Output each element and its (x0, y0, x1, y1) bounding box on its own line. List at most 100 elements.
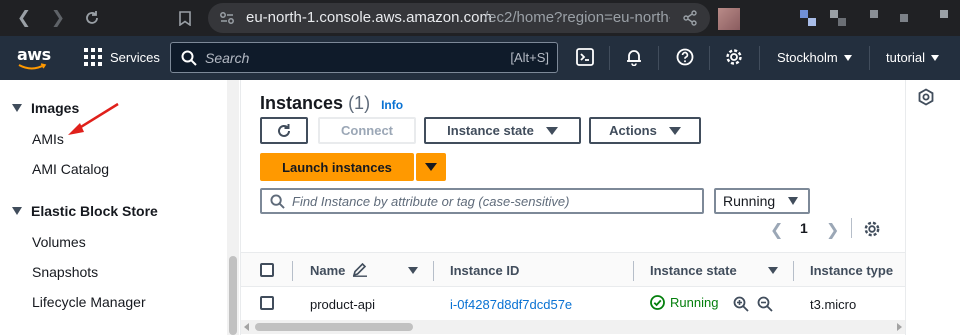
instance-state-label: Instance state (447, 123, 534, 138)
extension-icon[interactable] (800, 10, 808, 18)
next-page-icon[interactable]: ❯ (826, 220, 839, 239)
profile-avatar[interactable] (718, 8, 740, 30)
right-utility-rail (905, 80, 960, 335)
notifications-bell-icon[interactable] (623, 46, 645, 68)
state-filter-value: Running (723, 193, 776, 209)
table-preferences-gear-icon[interactable] (863, 220, 881, 238)
instance-count: (1) (348, 93, 371, 113)
help-panel-icon[interactable] (917, 88, 935, 106)
refresh-button[interactable] (260, 117, 308, 144)
grid-icon (84, 48, 102, 66)
services-menu-button[interactable]: Services (84, 48, 160, 66)
table-row[interactable]: product-api i-0f4287d8df7dcd57e Running … (241, 287, 905, 320)
nav-divider (869, 46, 870, 70)
help-icon[interactable] (674, 46, 696, 68)
search-input[interactable] (205, 47, 445, 69)
info-link[interactable]: Info (381, 98, 403, 112)
sidebar-item-lifecycle-manager[interactable]: Lifecycle Manager (32, 294, 146, 310)
sidebar-scrollbar[interactable] (227, 80, 239, 335)
browser-toolbar: ❮ ❯ eu-north-1.console.aws.amazon.com /e… (0, 0, 960, 36)
scrollbar-thumb[interactable] (229, 256, 237, 335)
account-menu[interactable]: tutorial (886, 50, 940, 65)
column-divider (793, 261, 794, 281)
caret-down-icon (12, 104, 22, 112)
launch-instances-dropdown[interactable] (416, 153, 446, 181)
address-bar[interactable]: eu-north-1.console.aws.amazon.com /ec2/h… (208, 3, 710, 33)
title-text: Instances (260, 93, 344, 113)
chevron-down-icon (931, 55, 940, 61)
region-selector[interactable]: Stockholm (777, 50, 852, 65)
extension-icon[interactable] (830, 10, 838, 18)
sidebar-section-ebs[interactable]: Elastic Block Store (12, 203, 158, 219)
select-all-checkbox[interactable] (260, 263, 274, 277)
zoom-in-icon[interactable] (733, 296, 749, 312)
sidebar-item-ami-catalog[interactable]: AMI Catalog (32, 161, 109, 177)
extension-icon[interactable] (900, 14, 908, 22)
console-search[interactable]: [Alt+S] (170, 42, 558, 73)
aws-top-nav: aws Services [Alt+S] Stockholm tutorial (0, 36, 960, 80)
sidebar-item-amis[interactable]: AMIs (32, 131, 64, 147)
nav-divider (709, 46, 710, 70)
actions-button[interactable]: Actions (589, 117, 701, 144)
table-horizontal-scrollbar[interactable] (241, 320, 905, 334)
sort-caret-icon[interactable] (768, 267, 778, 274)
instance-filter[interactable] (260, 188, 704, 214)
column-header-instance-state[interactable]: Instance state (650, 263, 737, 278)
caret-down-icon (425, 163, 437, 171)
success-check-icon (650, 295, 665, 310)
column-header-name[interactable]: Name (310, 262, 368, 278)
previous-page-icon[interactable]: ❮ (770, 220, 783, 239)
scrollbar-thumb[interactable] (255, 323, 413, 331)
forward-icon[interactable]: ❯ (46, 6, 70, 30)
zoom-out-icon[interactable] (757, 296, 773, 312)
back-icon[interactable]: ❮ (12, 6, 36, 30)
sidebar-item-snapshots[interactable]: Snapshots (32, 264, 98, 280)
share-icon[interactable] (682, 10, 698, 26)
scroll-left-icon[interactable] (244, 323, 249, 331)
state-text: Running (670, 295, 719, 310)
column-header-instance-type[interactable]: Instance type (810, 263, 893, 278)
instances-panel: Instances (1) Info Connect Instance stat… (241, 80, 905, 335)
sidebar-section-title: Elastic Block Store (31, 203, 158, 219)
instance-state-button[interactable]: Instance state (424, 117, 581, 144)
search-icon (270, 194, 285, 209)
extension-icon[interactable] (870, 10, 878, 18)
cloudshell-icon[interactable] (574, 46, 596, 68)
launch-instances-button[interactable]: Launch instances (260, 153, 414, 181)
url-host: eu-north-1.console.aws.amazon.com (246, 9, 492, 26)
sidebar-item-volumes[interactable]: Volumes (32, 234, 86, 250)
chevron-down-icon (843, 55, 852, 61)
caret-down-icon (12, 207, 22, 215)
extension-icon[interactable] (940, 10, 948, 18)
cell-instance-id-link[interactable]: i-0f4287d8df7dcd57e (450, 297, 572, 312)
annotation-arrow-icon (68, 102, 119, 135)
connect-button[interactable]: Connect (318, 117, 416, 144)
page-title: Instances (1) Info (260, 93, 403, 114)
site-settings-icon[interactable] (218, 9, 236, 27)
search-icon (181, 50, 197, 66)
state-filter-select[interactable]: Running (714, 188, 810, 214)
aws-logo-text: aws (17, 45, 51, 64)
caret-down-icon (668, 126, 681, 135)
column-divider (633, 261, 634, 281)
caret-down-icon (788, 197, 798, 205)
filter-input[interactable] (292, 192, 692, 210)
account-label: tutorial (886, 50, 926, 65)
column-divider (292, 261, 293, 281)
column-header-instance-id[interactable]: Instance ID (450, 263, 519, 278)
settings-gear-icon[interactable] (723, 46, 745, 68)
current-page[interactable]: 1 (800, 220, 808, 236)
bookmark-icon[interactable] (173, 6, 197, 30)
nav-divider (609, 46, 610, 70)
caret-down-icon (545, 126, 558, 135)
scroll-right-icon[interactable] (897, 323, 902, 331)
cell-instance-type: t3.micro (810, 297, 857, 312)
column-divider (433, 261, 434, 281)
cell-name: product-api (310, 297, 376, 312)
refresh-icon (278, 123, 290, 137)
reload-icon[interactable] (80, 6, 104, 30)
url-path: /ec2/home?region=eu-north-... (484, 9, 670, 26)
aws-logo[interactable]: aws (17, 45, 51, 71)
sort-caret-icon[interactable] (408, 267, 418, 274)
row-checkbox[interactable] (260, 296, 274, 310)
